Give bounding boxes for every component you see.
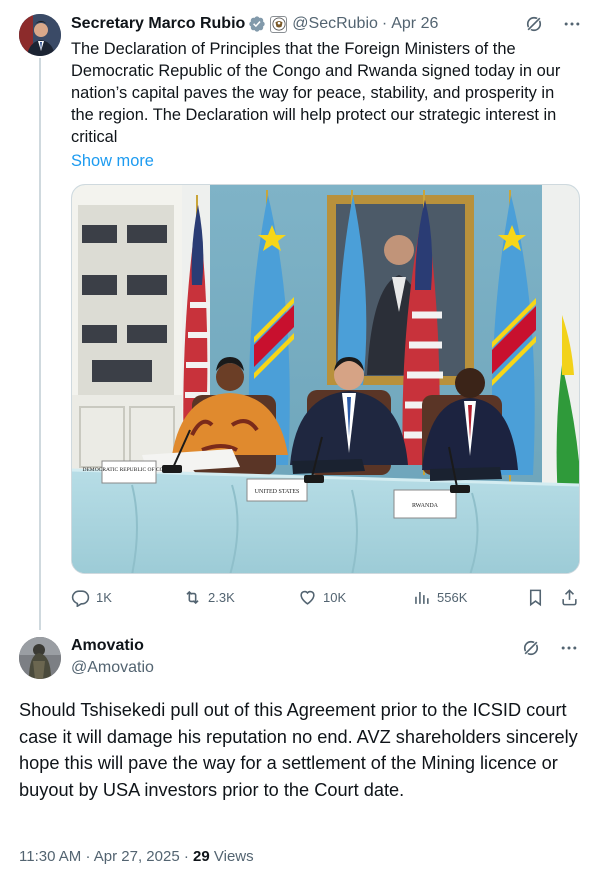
author-name[interactable]: Amovatio <box>71 637 144 655</box>
separator-dot: · <box>85 848 91 865</box>
tweet-actions: 1K 2.3K 10K 556K <box>71 588 581 612</box>
heart-icon <box>300 590 315 605</box>
avatar[interactable] <box>19 637 61 679</box>
separator-dot: · <box>381 15 388 32</box>
share-icon <box>562 589 577 606</box>
bookmark-button[interactable] <box>526 588 545 607</box>
repost-count: 2.3K <box>208 590 235 605</box>
tweet-photo[interactable]: DEMOCRATIC REPUBLIC OF CONGO UNITED STAT… <box>71 184 580 574</box>
placard-drc: DEMOCRATIC REPUBLIC OF CONGO <box>82 467 175 473</box>
reply-button[interactable]: 1K <box>71 588 112 607</box>
views-button[interactable]: 556K <box>412 588 467 607</box>
author-handle[interactable]: @Amovatio <box>71 659 154 677</box>
analytics-icon <box>415 591 429 604</box>
placard-us: UNITED STATES <box>255 489 300 495</box>
placard-rwanda: RWANDA <box>412 503 439 509</box>
author-name[interactable]: Secretary Marco Rubio <box>71 15 245 33</box>
share-button[interactable] <box>560 588 579 607</box>
more-options-icon[interactable] <box>562 14 582 34</box>
tweet-metadata: 11:30 AM · Apr 27, 2025 · 29 Views <box>19 848 254 865</box>
grok-icon[interactable] <box>521 638 541 658</box>
like-count: 10K <box>323 590 347 605</box>
thread-line <box>39 58 41 630</box>
tweet-text: The Declaration of Principles that the F… <box>71 40 561 146</box>
tweet-text: Should Tshisekedi pull out of this Agree… <box>19 700 578 800</box>
government-seal-icon[interactable] <box>270 15 288 33</box>
tweet-time[interactable]: 11:30 AM <box>19 848 81 865</box>
reply-icon <box>71 590 90 607</box>
grok-icon[interactable] <box>524 14 544 34</box>
views-label: Views <box>213 848 254 865</box>
avatar[interactable] <box>19 14 61 56</box>
repost-button[interactable]: 2.3K <box>183 588 235 607</box>
tweet-date[interactable]: Apr 27, 2025 <box>94 848 180 865</box>
more-options-icon[interactable] <box>559 638 579 658</box>
bookmark-icon <box>529 589 542 607</box>
verified-badge-icon[interactable] <box>248 15 266 33</box>
tweet-header: Secretary Marco Rubio @SecRubio · Apr 26 <box>71 12 582 36</box>
views-count: 556K <box>437 590 468 605</box>
show-more-link[interactable]: Show more <box>71 150 154 172</box>
tweet-date[interactable]: Apr 26 <box>391 15 438 33</box>
author-handle[interactable]: @SecRubio <box>292 15 378 33</box>
views-count: 29 <box>193 848 210 865</box>
separator-dot: · <box>183 848 189 865</box>
repost-icon <box>186 590 199 605</box>
like-button[interactable]: 10K <box>298 588 346 607</box>
reply-count: 1K <box>96 590 112 605</box>
